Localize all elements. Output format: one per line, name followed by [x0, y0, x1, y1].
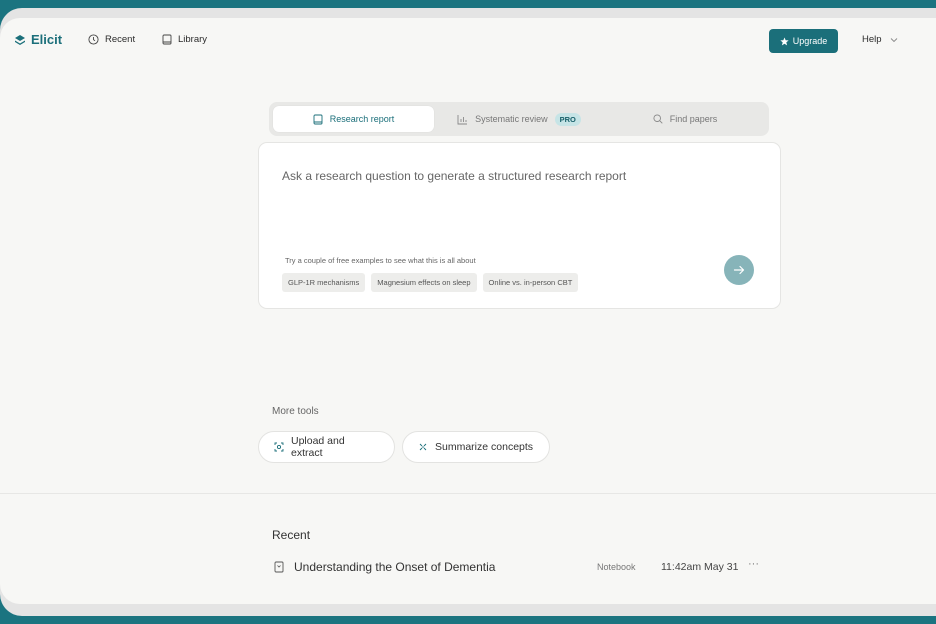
tab-find-papers[interactable]: Find papers	[605, 106, 765, 132]
sparkle-icon	[419, 443, 427, 451]
help-label: Help	[862, 34, 882, 45]
notebook-icon	[274, 561, 284, 573]
star-icon	[780, 36, 789, 45]
logo-icon	[15, 34, 25, 45]
upgrade-button[interactable]: Upgrade	[769, 29, 838, 53]
upgrade-label: Upgrade	[792, 36, 828, 46]
example-chip[interactable]: Magnesium effects on sleep	[371, 273, 477, 292]
tab-label: Research report	[329, 114, 395, 124]
tab-research-report[interactable]: Research report	[273, 106, 434, 132]
book-icon	[313, 114, 323, 124]
tab-systematic-review[interactable]: Systematic review PRO	[439, 106, 599, 132]
nav-library[interactable]: Library	[162, 34, 207, 45]
examples-hint: Try a couple of free examples to see wha…	[285, 256, 476, 265]
example-chip[interactable]: GLP-1R mechanisms	[282, 273, 366, 292]
example-chips: GLP-1R mechanisms Magnesium effects on s…	[282, 273, 579, 292]
tab-label: Find papers	[669, 114, 718, 124]
recent-item-time: 11:42am May 31	[661, 561, 739, 573]
chart-icon	[457, 114, 468, 124]
more-options-button[interactable]: ···	[748, 558, 759, 570]
pro-badge: PRO	[554, 112, 581, 126]
tab-label: Systematic review	[475, 114, 548, 124]
question-card[interactable]: Ask a research question to generate a st…	[258, 142, 781, 309]
mode-tabs: Research report Systematic review PRO Fi…	[269, 102, 769, 136]
book-icon	[162, 34, 172, 45]
recent-item-type: Notebook	[597, 562, 636, 572]
arrow-right-icon	[733, 265, 745, 275]
scan-icon	[274, 442, 284, 452]
recent-item[interactable]: Understanding the Onset of Dementia Note…	[272, 558, 772, 578]
top-nav: Elicit Recent Library Upgrade Help	[0, 18, 936, 64]
upload-and-extract-button[interactable]: Upload and extract	[258, 431, 395, 463]
submit-button[interactable]	[724, 255, 754, 285]
tool-label: Upload and extract	[290, 435, 345, 459]
app-window: Elicit Recent Library Upgrade Help Resea…	[0, 18, 936, 604]
search-icon	[653, 114, 663, 124]
nav-library-label: Library	[178, 34, 208, 45]
summarize-concepts-button[interactable]: Summarize concepts	[402, 431, 550, 463]
chevron-down-icon	[890, 37, 897, 42]
example-chip[interactable]: Online vs. in-person CBT	[482, 273, 579, 292]
tool-label: Summarize concepts	[435, 441, 534, 453]
nav-recent[interactable]: Recent	[88, 34, 135, 45]
more-tools-label: More tools	[272, 406, 319, 417]
clock-icon	[88, 34, 99, 45]
nav-recent-label: Recent	[105, 34, 136, 45]
logo-text: Elicit	[31, 32, 63, 47]
help-menu[interactable]: Help	[862, 34, 898, 45]
section-divider	[0, 493, 936, 494]
question-input[interactable]: Ask a research question to generate a st…	[282, 169, 626, 183]
recent-item-title: Understanding the Onset of Dementia	[294, 560, 496, 574]
elicit-logo[interactable]: Elicit	[14, 32, 62, 47]
recent-heading: Recent	[272, 528, 311, 542]
